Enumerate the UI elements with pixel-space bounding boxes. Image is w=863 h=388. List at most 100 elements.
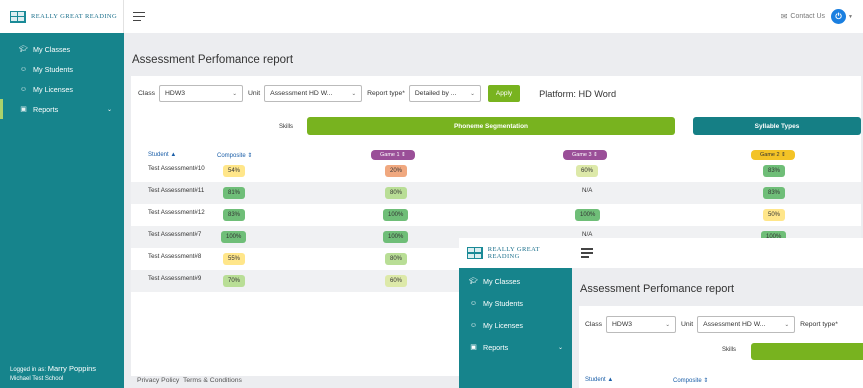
privacy-policy-link[interactable]: Privacy Policy: [137, 377, 179, 384]
graduation-cap-icon: 🎓︎: [19, 46, 28, 53]
game-2-header[interactable]: Game 2 ⇕: [751, 150, 795, 160]
sidebar: Really Great Reading 🎓︎ My Classes ☺ My …: [0, 0, 124, 388]
game-2-score: 50%: [763, 209, 786, 221]
filter-bar: Class HDW3 ⌄ Unit Assessment HD W... ⌄ R…: [138, 85, 616, 102]
chevron-down-icon: ⌄: [665, 321, 670, 328]
game-3-score: N/A: [582, 231, 593, 238]
report-icon: ▣: [470, 344, 477, 351]
chevron-down-icon: ⌄: [557, 344, 563, 351]
skill-syllable-types[interactable]: Syllable Types: [693, 117, 861, 135]
composite-score: 100%: [221, 231, 247, 243]
unit-select[interactable]: Assessment HD W... ⌄: [697, 316, 796, 333]
unit-label: Unit: [681, 321, 694, 328]
contact-us-link[interactable]: Contact Us: [790, 13, 825, 20]
student-name[interactable]: Test Assessment#11: [148, 187, 204, 194]
sort-icon: ⇕: [703, 378, 709, 384]
game-1-score: 100%: [383, 231, 409, 243]
chevron-down-icon: ⌄: [232, 90, 237, 97]
sort-icon: ⇕: [401, 152, 406, 158]
user-icon: ☺: [19, 65, 28, 73]
sidebar-item-label: My Students: [33, 64, 73, 74]
game-1-header[interactable]: Game 1 ⇕: [371, 150, 415, 160]
student-name[interactable]: Test Assessment#10: [148, 165, 205, 172]
unit-value: Assessment HD W...: [270, 90, 333, 97]
skills-label: Skills: [722, 347, 737, 353]
student-name[interactable]: Test Assessment#12: [148, 209, 205, 216]
menu-icon[interactable]: [581, 246, 593, 261]
game-1-score: 60%: [385, 275, 408, 287]
sidebar-item-my-students[interactable]: ☺ My Students: [459, 292, 572, 314]
report-type-value: Detailed by ...: [414, 90, 457, 97]
sort-student-header[interactable]: Student ▲: [148, 152, 176, 158]
game-1-score: 20%: [385, 165, 408, 177]
composite-score: 81%: [223, 187, 246, 199]
logo-icon: [10, 10, 26, 23]
composite-score: 54%: [223, 165, 246, 177]
composite-score: 55%: [223, 253, 246, 265]
power-icon[interactable]: ⏻: [831, 9, 847, 24]
chevron-down-icon: ⌄: [351, 90, 357, 97]
unit-select[interactable]: Assessment HD W... ⌄: [264, 85, 363, 102]
user-icon: ☺: [469, 299, 478, 307]
chevron-down-icon: ⌄: [784, 321, 790, 328]
class-select[interactable]: HDW3 ⌄: [606, 316, 676, 333]
game-2-score: 83%: [763, 165, 786, 177]
student-name[interactable]: Test Assessment#7: [148, 231, 201, 238]
class-value: HDW3: [612, 321, 633, 328]
sidebar-item-reports[interactable]: ▣ Reports ⌄: [0, 99, 124, 119]
game-3-score: 100%: [575, 209, 601, 221]
game-2-score: 83%: [763, 187, 786, 199]
skill-phoneme-segmentation[interactable]: Phoneme Segmentation: [307, 117, 675, 135]
table-row: Test Assessment#11 81% 80% N/A 83%: [131, 182, 861, 204]
student-name[interactable]: Test Assessment#8: [148, 253, 201, 260]
sidebar-item-reports[interactable]: ▣ Reports ⌄: [459, 336, 572, 358]
chevron-down-icon: ⌄: [470, 90, 475, 97]
game-3-header[interactable]: Game 3 ⇕: [563, 150, 607, 160]
table-row: Test Assessment#12 83% 100% 100% 50%: [131, 204, 861, 226]
sidebar-item-my-licenses[interactable]: ☺ My Licenses: [0, 79, 124, 99]
sidebar-item-my-licenses[interactable]: ☺ My Licenses: [459, 314, 572, 336]
game-3-score: 60%: [576, 165, 599, 177]
logo[interactable]: Really Great Reading: [0, 0, 124, 33]
sort-asc-icon: ▲: [170, 152, 177, 158]
platform-label: Platform: HD Word: [539, 88, 617, 99]
skills-label: Skills: [279, 124, 294, 130]
logo[interactable]: Really Great Reading: [459, 238, 572, 268]
sidebar-item-label: My Licenses: [33, 84, 73, 94]
menu-icon[interactable]: [133, 9, 145, 24]
page-title: Assessment Perfomance report: [132, 54, 294, 66]
logo-text: Really Great Reading: [31, 13, 118, 20]
class-label: Class: [585, 321, 602, 328]
sidebar-item-my-classes[interactable]: 🎓︎ My Classes: [459, 270, 572, 292]
logo-icon: [467, 247, 483, 259]
mail-icon: ✉: [780, 12, 788, 21]
report-type-label: Report type*: [367, 90, 405, 97]
sidebar-item-my-students[interactable]: ☺ My Students: [0, 59, 124, 79]
top-bar: ✉ Contact Us ⏻ ▼: [124, 0, 863, 33]
apply-button[interactable]: Apply: [487, 85, 521, 102]
overlay-window: Really Great Reading 🎓︎ My Classes ☺ My …: [459, 238, 863, 388]
report-type-label: Report type*: [800, 321, 838, 328]
sort-composite-header[interactable]: Composite ⇕: [673, 377, 708, 384]
report-type-select[interactable]: Detailed by ... ⌄: [408, 85, 481, 102]
skill-phoneme-segmentation[interactable]: [751, 343, 863, 360]
user-name: Marry Poppins: [47, 364, 97, 373]
page-title: Assessment Perfomance report: [580, 283, 735, 295]
sort-asc-icon: ▲: [607, 377, 614, 383]
sidebar-item-my-classes[interactable]: 🎓︎ My Classes: [0, 39, 124, 59]
terms-link[interactable]: Terms & Conditions: [183, 377, 242, 384]
top-bar: [572, 238, 863, 268]
sidebar-item-label: My Students: [483, 298, 523, 308]
composite-score: 83%: [223, 209, 246, 221]
chevron-down-icon[interactable]: ▼: [848, 14, 853, 20]
sort-composite-header[interactable]: Composite ⇕: [217, 152, 252, 159]
class-select[interactable]: HDW3 ⌄: [159, 85, 243, 102]
table-row: Test Assessment#10 54% 20% 60% 83%: [131, 160, 861, 182]
sidebar-item-label: My Classes: [33, 44, 71, 54]
sort-student-header[interactable]: Student ▲: [585, 377, 613, 383]
logo-text: Really Great Reading: [487, 246, 540, 260]
sidebar-item-label: My Classes: [483, 276, 521, 286]
student-name[interactable]: Test Assessment#9: [148, 275, 201, 282]
sidebar-item-label: My Licenses: [483, 320, 523, 330]
class-value: HDW3: [165, 90, 186, 97]
